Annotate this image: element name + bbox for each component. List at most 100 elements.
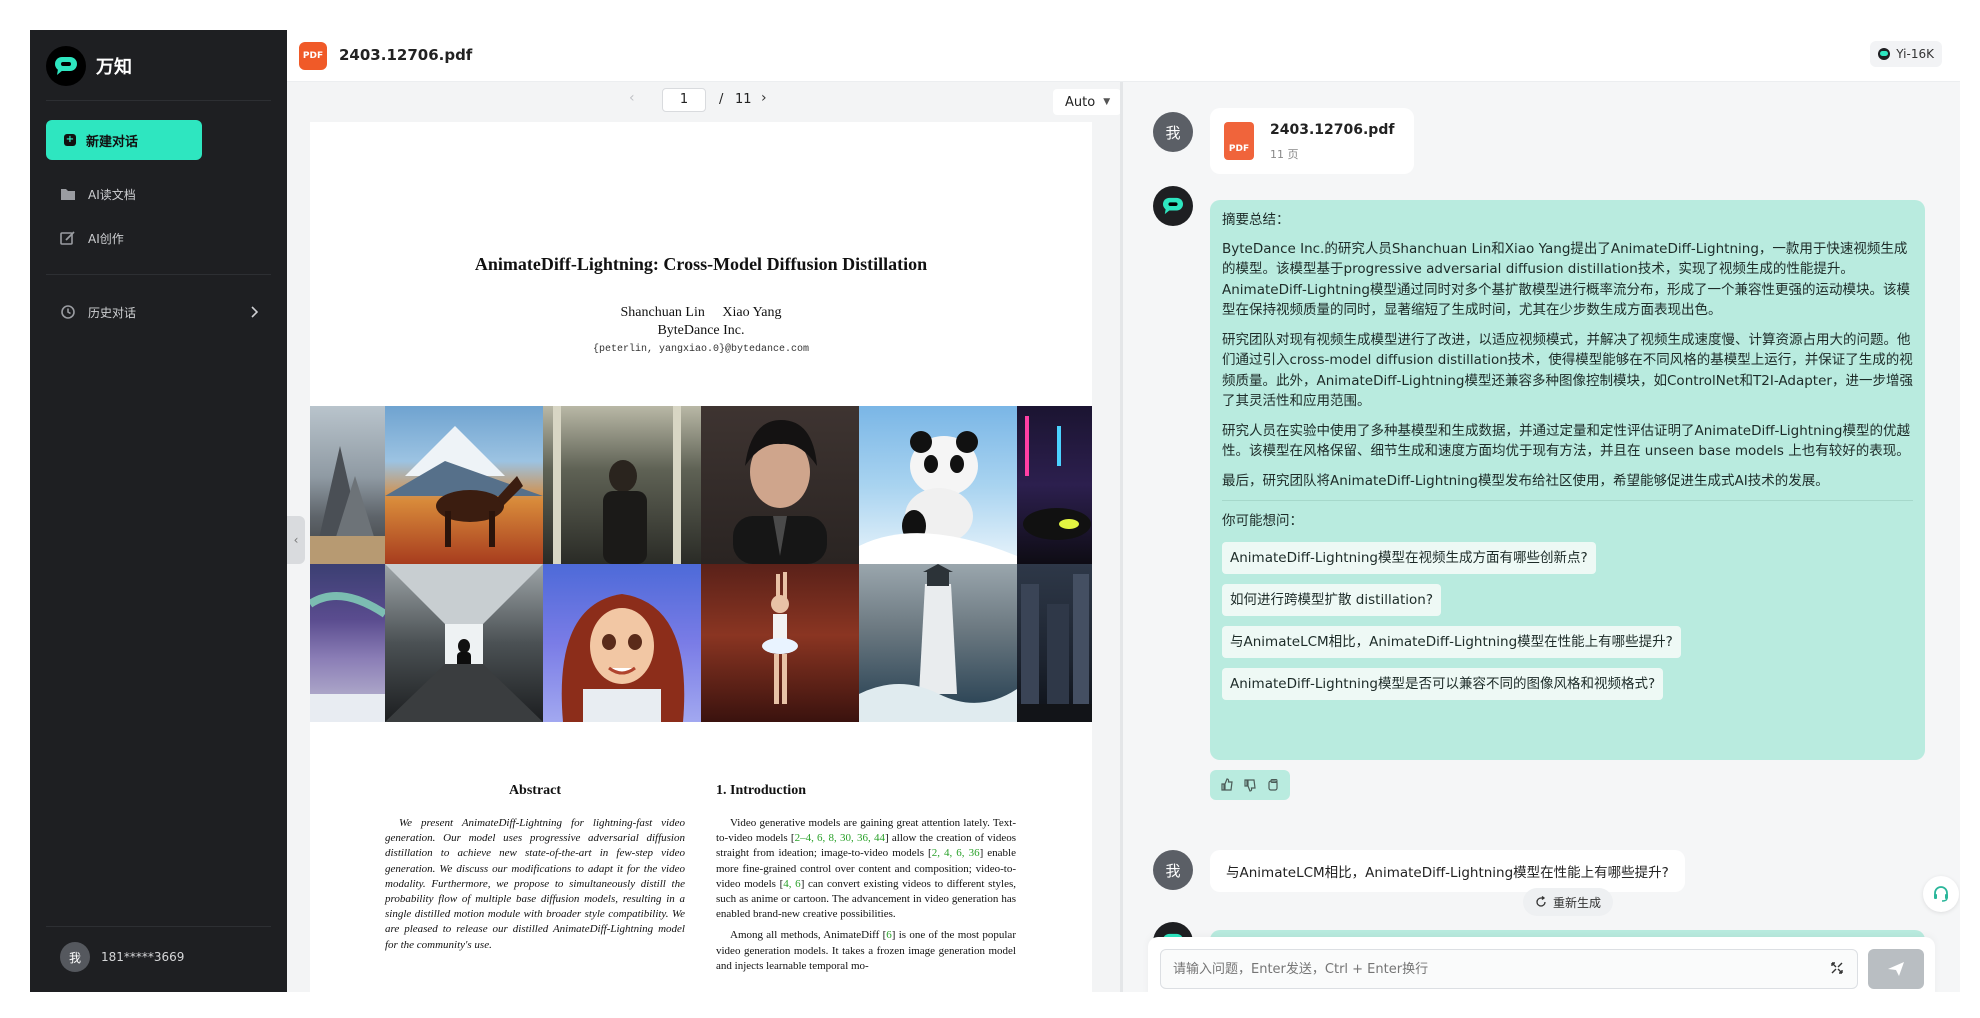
sidebar-divider [46,274,271,275]
app-window: 万知 + 新建对话 AI读文档 AI创作 历史对话 我 181*****3669… [30,30,1960,992]
regenerate-label: 重新生成 [1553,895,1602,910]
pdf-viewer: ‹ 1 / 11 › Auto ▼ ‹ AnimateDiff-Lightnin… [287,82,1121,992]
teaser-image-man-portrait [701,406,859,564]
paper-title: AnimateDiff-Lightning: Cross-Model Diffu… [474,254,928,274]
uploaded-file-card[interactable]: PDF 2403.12706.pdf 11 页 [1210,108,1414,174]
brand[interactable]: 万知 [46,46,132,86]
teaser-image-anime-girl [543,564,701,722]
teaser-image-grid [310,406,1092,722]
model-selector[interactable]: Yi-16K [1870,41,1942,67]
model-logo-icon [1878,48,1891,60]
teaser-image-neon-car [1017,406,1092,564]
user-phone: 181*****3669 [101,950,185,964]
assistant-message: 摘要总结： ByteDance Inc.的研究人员Shanchuan Lin和X… [1210,200,1925,760]
prev-page-icon[interactable]: ‹ [629,90,635,106]
abstract-text: We present AnimateDiff-Lightning for lig… [385,817,685,951]
sidebar-item-label: 历史对话 [88,305,137,320]
sidebar-item-ai-create[interactable]: AI创作 [60,226,124,250]
user-account[interactable]: 我 181*****3669 [60,942,184,972]
chat-composer [1148,937,1935,992]
page-total: 11 [735,92,752,107]
intro-paragraph: Among all methods, AnimateDiff [6] is on… [716,928,1016,974]
brand-name: 万知 [96,57,132,78]
next-page-icon[interactable]: › [761,90,767,106]
summary-heading: 摘要总结： [1222,212,1290,228]
teaser-image-horse [385,406,543,564]
caret-down-icon: ▼ [1103,97,1111,107]
teaser-image-city-night [1017,564,1092,722]
page-separator: / [719,92,724,107]
introduction-heading: 1. Introduction [716,783,806,798]
teaser-image-corridor [385,564,543,722]
page-number-input[interactable]: 1 [662,88,706,112]
pdf-page: AnimateDiff-Lightning: Cross-Model Diffu… [310,122,1092,992]
pdf-file-icon: PDF [1224,122,1254,160]
paper-affiliation: ByteDance Inc. [657,323,745,338]
pdf-file-icon: PDF [299,42,327,70]
assistant-avatar-icon [1153,186,1193,226]
suggested-question[interactable]: AnimateDiff-Lightning模型是否可以兼容不同的图像风格和视频格… [1222,667,1664,700]
send-icon [1888,962,1904,976]
summary-paragraph: 研究人员在实验中使用了多种基模型和生成数据，并通过定量和定性评估证明了Anima… [1222,422,1911,460]
paper-email: {peterlin, yangxiao.0}@bytedance.com [592,344,810,355]
paper-authors: Shanchuan Lin Xiao Yang [620,305,782,320]
citation-link[interactable]: 2–4, 6, 8, 30, 36, 44 [795,832,885,844]
collapse-sidebar-handle[interactable]: ‹ [287,516,305,564]
zoom-select[interactable]: Auto ▼ [1053,89,1121,115]
customer-service-button[interactable] [1923,876,1959,912]
teaser-image-panda [859,406,1017,564]
edit-icon [60,231,75,245]
citation-link[interactable]: 2, 4, 6, 36 [932,847,980,859]
intro-text-segment: Among all methods, AnimateDiff [ [730,929,887,942]
teaser-image-subway [543,406,701,564]
teaser-image-lighthouse [859,564,1017,722]
introduction-text: Video generative models are gaining grea… [716,816,1016,980]
file-pages: 11 页 [1270,148,1299,161]
avatar: 我 [1153,112,1193,152]
copy-icon[interactable] [1266,778,1280,792]
sidebar-divider [46,100,271,101]
summary-paragraph: 研究团队对现有视频生成模型进行了改进，以适应视频模式，并解决了视频生成速度慢、计… [1222,331,1913,410]
document-title: 2403.12706.pdf [339,46,473,64]
sidebar-item-ai-read-doc[interactable]: AI读文档 [60,182,136,206]
regenerate-button[interactable]: 重新生成 [1523,888,1614,916]
teaser-image-castle [310,406,385,564]
expand-icon[interactable] [1830,961,1844,975]
suggested-question[interactable]: 如何进行跨模型扩散 distillation? [1222,583,1441,616]
sidebar-item-label: AI创作 [88,231,124,246]
send-button[interactable] [1868,949,1924,989]
suggested-question[interactable]: 与AnimateLCM相比，AnimateDiff-Lightning模型在性能… [1222,625,1681,658]
citation-link[interactable]: 4, 6 [783,878,800,890]
sidebar-item-label: AI读文档 [88,187,136,202]
suggestions-heading: 你可能想问： [1222,513,1303,529]
chat-input[interactable] [1160,949,1858,989]
refresh-icon [1536,896,1546,907]
suggested-question[interactable]: AnimateDiff-Lightning模型在视频生成方面有哪些创新点? [1222,541,1596,574]
sidebar-item-history[interactable]: 历史对话 [60,300,258,324]
chat-panel: 我 PDF 2403.12706.pdf 11 页 摘要总结： ByteDanc… [1123,82,1960,992]
headset-icon [1934,886,1948,902]
abstract-heading: Abstract [508,783,562,798]
chevron-right-icon [251,306,258,318]
message-divider [1222,500,1913,501]
model-name: Yi-16K [1896,47,1934,61]
teaser-image-ballerina [701,564,859,722]
chevron-left-icon: ‹ [293,533,299,547]
file-name: 2403.12706.pdf [1270,122,1395,138]
new-chat-button[interactable]: + 新建对话 [46,120,202,160]
wanzhi-logo-icon [46,46,86,86]
history-icon [61,305,75,319]
summary-paragraph: 最后，研究团队将AnimateDiff-Lightning模型发布给社区使用，希… [1222,472,1829,489]
thumbs-down-icon[interactable] [1243,778,1257,792]
summary-paragraph: ByteDance Inc.的研究人员Shanchuan Lin和Xiao Ya… [1222,240,1911,319]
folder-icon [61,189,75,200]
intro-paragraph: Video generative models are gaining grea… [716,816,1016,922]
sidebar-divider [46,926,271,927]
avatar: 我 [60,942,90,972]
message-actions [1210,770,1290,800]
user-message: 与AnimateLCM相比，AnimateDiff-Lightning模型在性能… [1210,850,1685,892]
avatar: 我 [1153,850,1193,890]
thumbs-up-icon[interactable] [1220,778,1234,792]
plus-icon: + [64,134,76,146]
zoom-value: Auto [1065,94,1096,110]
